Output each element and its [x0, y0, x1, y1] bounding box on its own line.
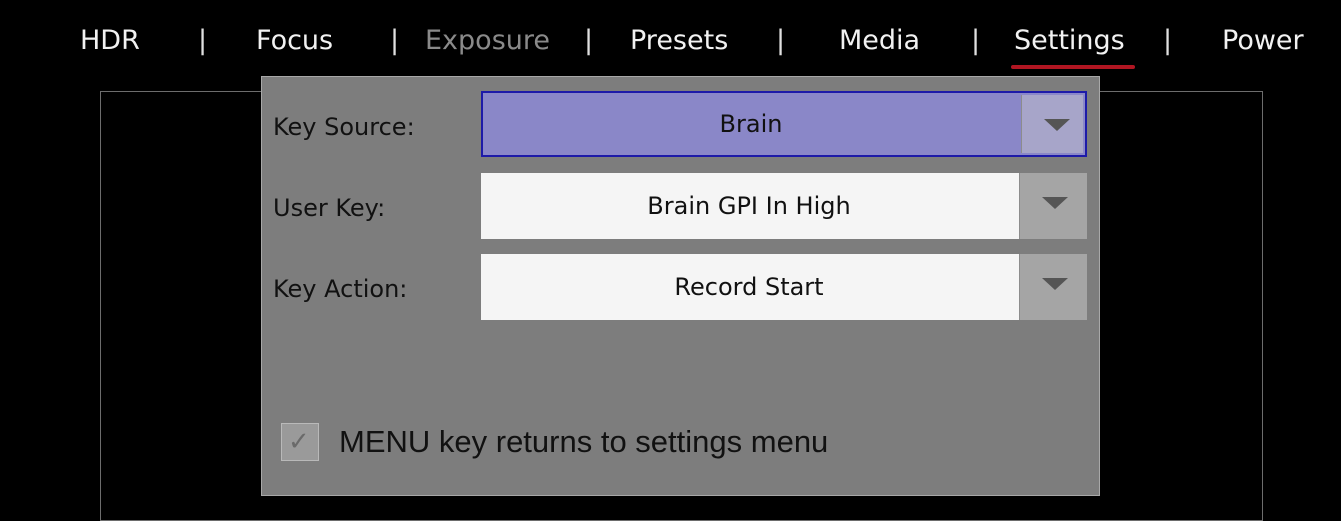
nav-separator: | — [390, 25, 400, 56]
menu-key-option[interactable]: ✓ MENU key returns to settings menu — [281, 418, 828, 466]
checkmark-icon: ✓ — [288, 427, 310, 457]
user-key-dropdown[interactable]: Brain GPI In High — [481, 173, 1087, 239]
key-action-value: Record Start — [674, 273, 824, 301]
tab-exposure[interactable]: Exposure — [425, 24, 550, 58]
nav-separator: | — [584, 25, 594, 56]
key-action-dropdown-button[interactable] — [1019, 254, 1087, 320]
user-key-dropdown-button[interactable] — [1019, 173, 1087, 239]
menu-key-checkbox[interactable]: ✓ — [281, 423, 319, 461]
nav-separator: | — [198, 25, 208, 56]
key-source-dropdown[interactable]: Brain — [481, 91, 1087, 157]
nav-separator: | — [971, 25, 981, 56]
key-action-dropdown[interactable]: Record Start — [481, 254, 1087, 320]
key-source-value: Brain — [719, 110, 783, 138]
tab-media[interactable]: Media — [839, 24, 920, 58]
key-source-label: Key Source: — [273, 113, 415, 141]
triangle-down-icon — [1042, 197, 1068, 209]
active-tab-indicator — [1011, 65, 1135, 69]
tab-settings[interactable]: Settings — [1014, 24, 1125, 58]
tab-focus[interactable]: Focus — [256, 24, 333, 58]
user-key-value: Brain GPI In High — [647, 192, 851, 220]
tab-presets[interactable]: Presets — [630, 24, 728, 58]
user-key-label: User Key: — [273, 194, 386, 222]
top-menu-bar: HDR | Focus | Exposure | Presets | Media… — [0, 0, 1341, 80]
tab-power[interactable]: Power — [1222, 24, 1304, 58]
nav-separator: | — [776, 25, 786, 56]
nav-separator: | — [1163, 25, 1173, 56]
key-action-label: Key Action: — [273, 275, 408, 303]
triangle-down-icon — [1044, 119, 1070, 131]
tab-hdr[interactable]: HDR — [80, 24, 140, 58]
key-source-dropdown-button[interactable] — [1021, 95, 1083, 153]
triangle-down-icon — [1042, 278, 1068, 290]
menu-key-checkbox-label: MENU key returns to settings menu — [339, 424, 829, 459]
